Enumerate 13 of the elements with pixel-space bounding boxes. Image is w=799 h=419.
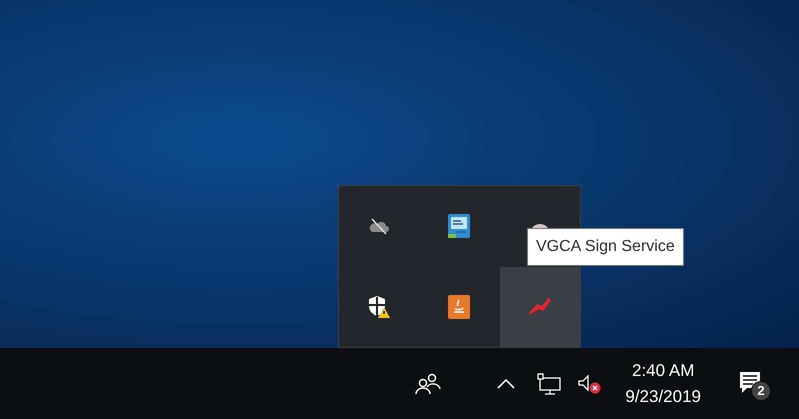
network-icon[interactable] [537, 372, 562, 394]
tooltip: VGCA Sign Service [527, 228, 684, 266]
pen-icon [526, 296, 553, 317]
coffee-cup-icon [448, 294, 470, 319]
chevron-up-icon[interactable] [497, 378, 516, 388]
clock-date[interactable]: 9/23/2019 [625, 384, 701, 410]
clock-time[interactable]: 2:40 AM [632, 358, 694, 384]
cloud-off-icon [368, 217, 390, 236]
shield-warning-icon [368, 294, 390, 319]
speaker-icon[interactable] [577, 374, 602, 394]
network-app-icon [448, 214, 470, 238]
notification-count-badge: 2 [751, 380, 771, 400]
people-icon[interactable] [415, 372, 442, 394]
